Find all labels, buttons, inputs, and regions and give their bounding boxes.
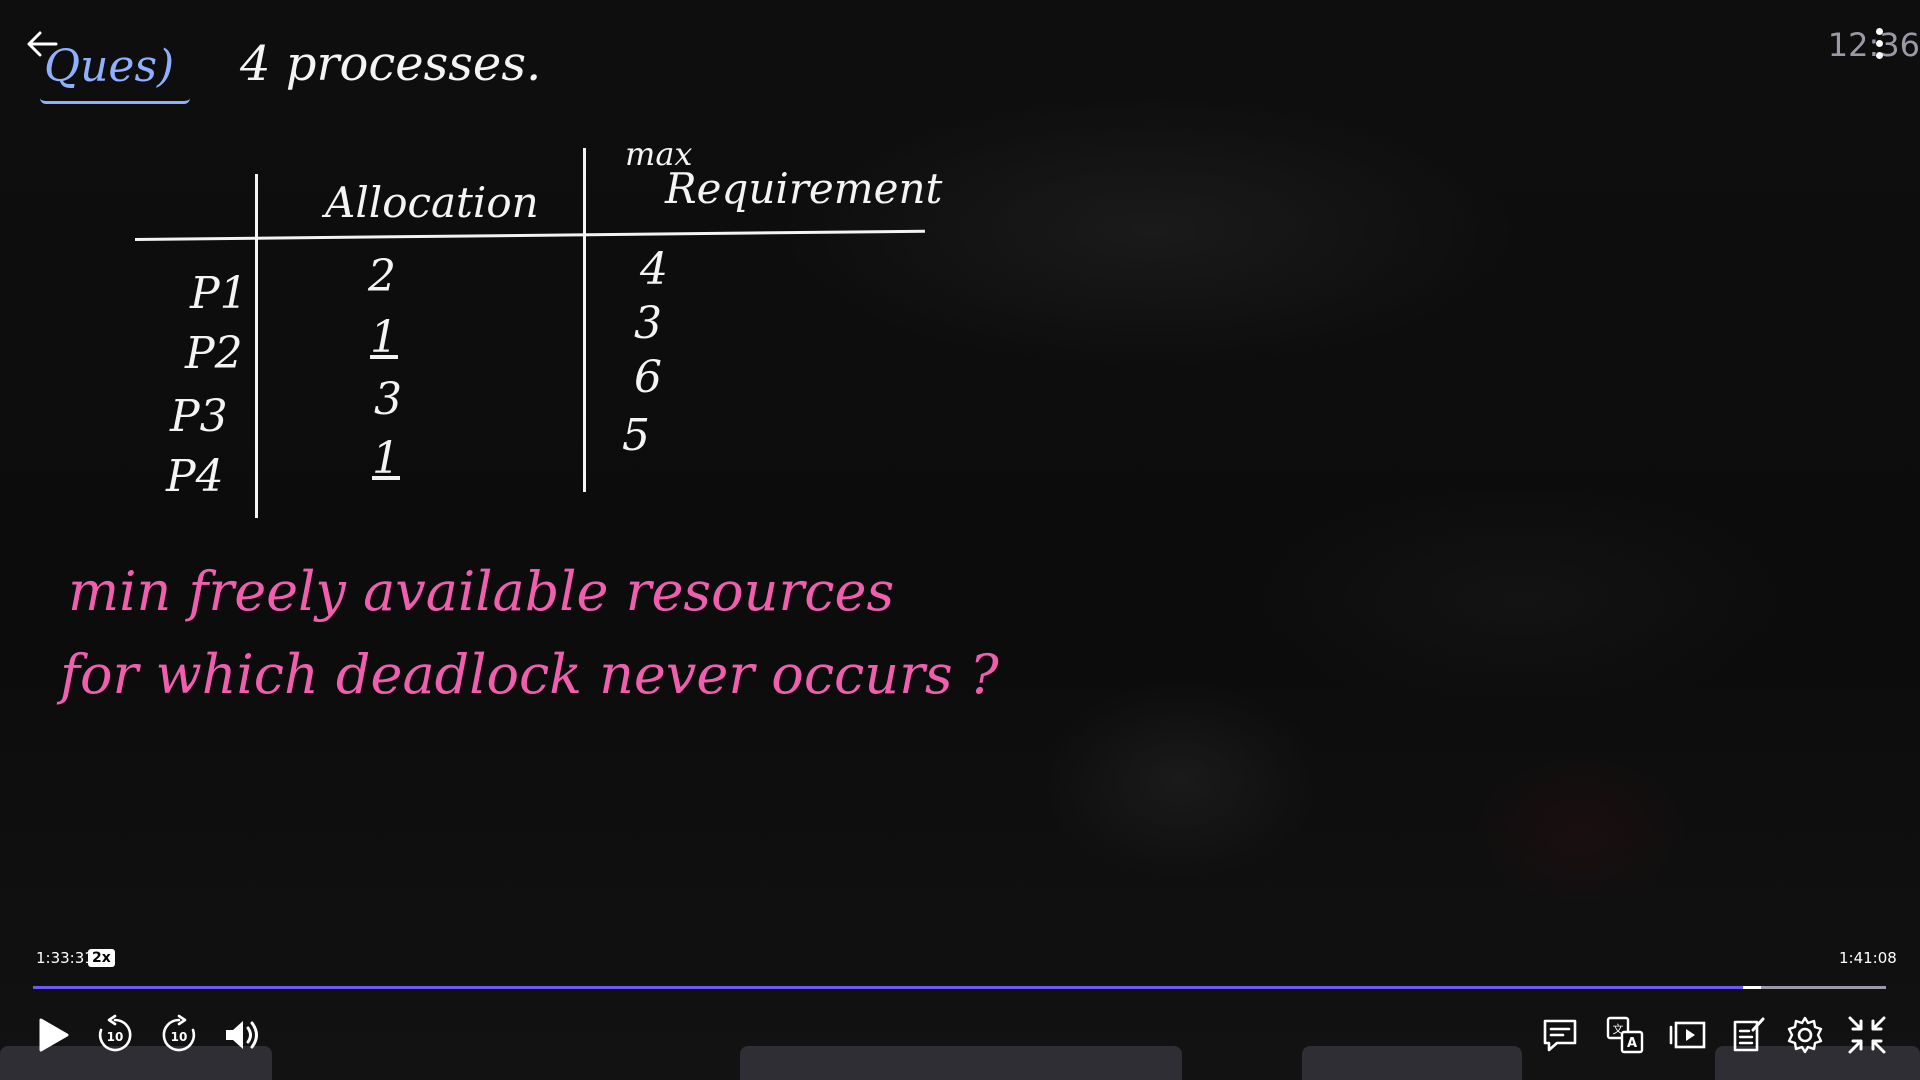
volume-icon bbox=[226, 1021, 258, 1049]
current-time: 1:33:31 bbox=[36, 949, 94, 967]
header-max-line2: Requirement bbox=[665, 164, 943, 213]
gear-icon bbox=[1787, 1016, 1823, 1054]
svg-text:10: 10 bbox=[171, 1030, 188, 1044]
row-allocation-p2: 1 bbox=[370, 312, 398, 363]
svg-text:A: A bbox=[1627, 1036, 1637, 1051]
exit-fullscreen-button[interactable] bbox=[1842, 1010, 1892, 1060]
more-options-button[interactable] bbox=[1868, 28, 1890, 62]
row-process-p2: P2 bbox=[185, 328, 243, 379]
prompt-line-1: min freely available resources bbox=[68, 560, 895, 623]
captions-button[interactable] bbox=[1535, 1010, 1585, 1060]
question-text: 4 processes. bbox=[240, 36, 542, 92]
notes-icon bbox=[1733, 1017, 1765, 1052]
translate-icon: 文 A bbox=[1606, 1016, 1644, 1054]
header-allocation: Allocation bbox=[325, 178, 539, 227]
play-button[interactable] bbox=[28, 1010, 78, 1060]
question-label-underline bbox=[40, 98, 190, 104]
row-max-p2: 3 bbox=[634, 298, 662, 349]
menu-dot bbox=[1875, 28, 1883, 35]
row-max-p1: 4 bbox=[640, 244, 668, 295]
bottom-toolbar-right bbox=[1302, 1046, 1522, 1080]
row-max-p4: 5 bbox=[622, 410, 650, 461]
prompt-line-2: for which deadlock never occurs ? bbox=[60, 643, 999, 706]
translate-button[interactable]: 文 A bbox=[1600, 1010, 1650, 1060]
play-icon bbox=[39, 1018, 69, 1052]
picture-in-picture-button[interactable] bbox=[1664, 1010, 1714, 1060]
row-process-p1: P1 bbox=[190, 268, 248, 319]
menu-dot bbox=[1875, 40, 1883, 47]
table-divider-2 bbox=[583, 148, 586, 492]
svg-text:10: 10 bbox=[107, 1030, 124, 1044]
notes-button[interactable] bbox=[1723, 1010, 1773, 1060]
exit-fullscreen-icon bbox=[1848, 1016, 1886, 1054]
forward-10-icon: 10 bbox=[162, 1014, 196, 1052]
row-allocation-p3: 3 bbox=[374, 374, 402, 425]
row-allocation-p1: 2 bbox=[368, 251, 396, 302]
seek-bar-buffered bbox=[1743, 986, 1762, 989]
table-header-rule bbox=[134, 229, 925, 241]
question-label: Ques) bbox=[44, 41, 175, 92]
menu-dot bbox=[1875, 52, 1883, 59]
volume-button[interactable] bbox=[217, 1010, 267, 1060]
seek-bar-played bbox=[33, 986, 1744, 989]
captions-icon bbox=[1543, 1019, 1577, 1052]
forward-10-button[interactable]: 10 bbox=[154, 1010, 204, 1060]
row-process-p3: P3 bbox=[170, 391, 228, 442]
row-allocation-p4: 1 bbox=[372, 433, 400, 484]
playback-speed-badge[interactable]: 2x bbox=[88, 949, 115, 967]
bottom-toolbar-center bbox=[740, 1046, 1182, 1080]
row-max-p3: 6 bbox=[634, 352, 662, 403]
seek-bar[interactable] bbox=[33, 986, 1886, 989]
row-process-p4: P4 bbox=[166, 451, 224, 502]
rewind-10-button[interactable]: 10 bbox=[90, 1010, 140, 1060]
settings-button[interactable] bbox=[1780, 1010, 1830, 1060]
table-divider-1 bbox=[255, 174, 258, 518]
picture-in-picture-icon bbox=[1669, 1021, 1706, 1049]
rewind-10-icon: 10 bbox=[98, 1014, 132, 1052]
total-duration: 1:41:08 bbox=[1839, 949, 1897, 967]
blackboard-video-frame: 12:36 Ques) 4 processes. Allocation max … bbox=[0, 0, 1920, 1080]
